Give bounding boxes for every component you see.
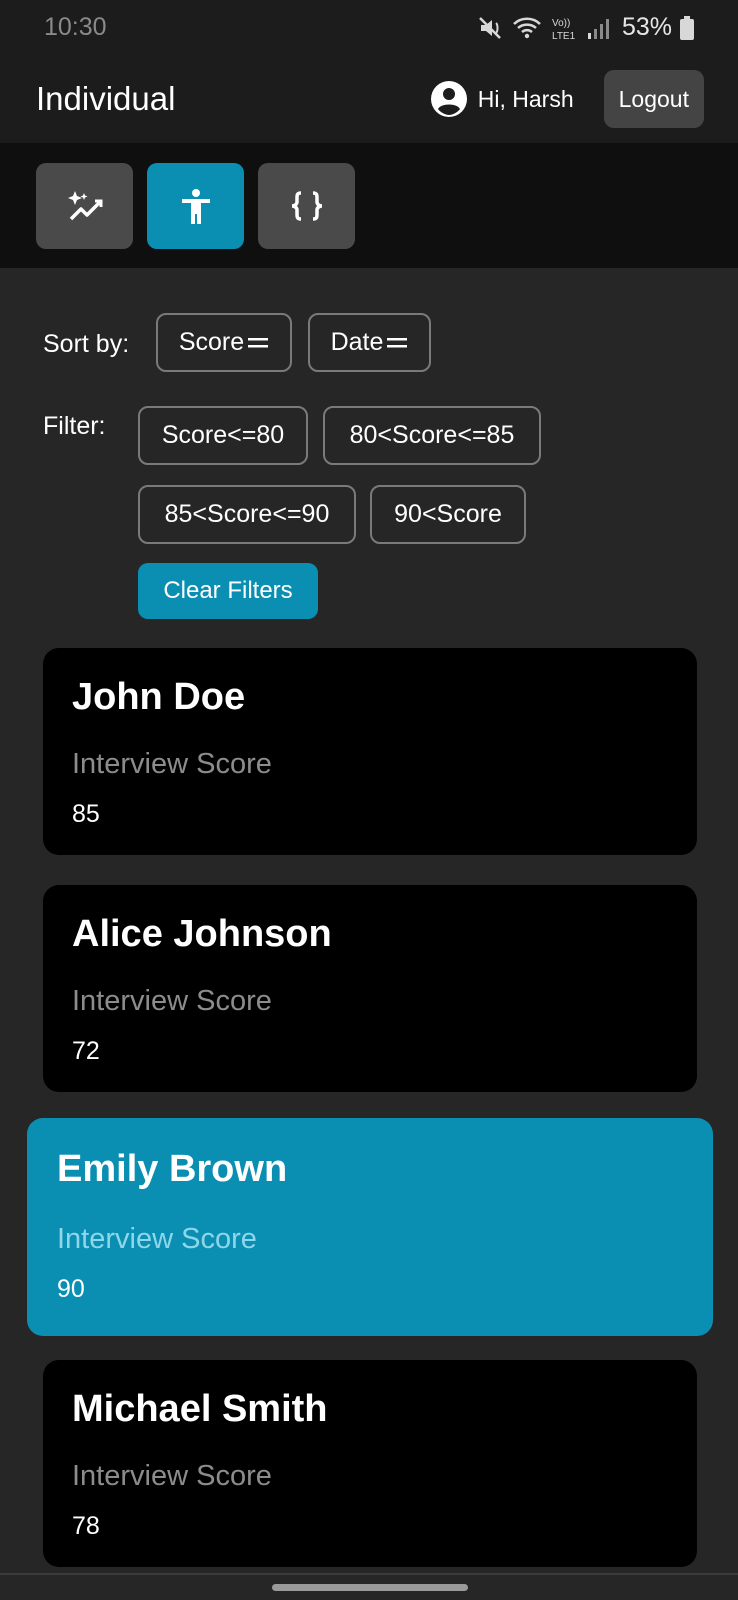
score-label: Interview Score: [57, 1223, 257, 1255]
status-icons: Vo)) LTE1 53%: [478, 13, 694, 42]
filter-score-80-85[interactable]: 80<Score<=85: [323, 406, 541, 465]
lte-signal-icon: Vo)) LTE1: [552, 18, 609, 41]
mute-icon: [479, 16, 501, 39]
status-bar: 10:30 Vo)) LTE1 53%: [0, 0, 738, 55]
candidate-card[interactable]: John Doe Interview Score 85: [43, 648, 697, 855]
candidate-card[interactable]: Alice Johnson Interview Score 72: [43, 885, 697, 1092]
code-braces-icon: [291, 191, 322, 221]
score-value: 90: [57, 1275, 85, 1303]
candidate-name: Alice Johnson: [72, 913, 332, 955]
sparkle-trend-icon: [67, 191, 102, 221]
page-title: Individual: [36, 80, 176, 117]
user-greeting-text: Hi, Harsh: [477, 85, 574, 112]
user-greeting: Hi, Harsh: [430, 80, 574, 118]
tab-analytics[interactable]: [36, 163, 133, 249]
home-indicator[interactable]: [272, 1584, 468, 1591]
score-value: 85: [72, 800, 100, 828]
candidate-name: Michael Smith: [72, 1388, 328, 1430]
nav-divider: [0, 1573, 738, 1575]
candidate-name: John Doe: [72, 676, 246, 718]
wifi-icon: [513, 17, 541, 38]
tab-individual[interactable]: [147, 163, 244, 249]
score-value: 78: [72, 1512, 100, 1540]
tab-json[interactable]: [258, 163, 355, 249]
candidate-name: Emily Brown: [57, 1148, 288, 1190]
clear-filters-button[interactable]: Clear Filters: [138, 563, 318, 619]
sort-equal-icon: [248, 337, 269, 347]
filter-score-le-80[interactable]: Score<=80: [138, 406, 308, 465]
sort-equal-icon: [387, 337, 408, 347]
battery-percent: 53%: [621, 13, 672, 41]
score-value: 72: [72, 1037, 100, 1065]
app-bar: Individual Hi, Harsh Logout: [0, 55, 738, 143]
filter-label: Filter:: [43, 412, 106, 440]
account-circle-icon: [430, 81, 467, 117]
score-label: Interview Score: [72, 1460, 272, 1492]
sort-score-label: Score: [178, 328, 245, 356]
score-label: Interview Score: [72, 985, 272, 1017]
filter-score-gt-90[interactable]: 90<Score: [370, 485, 526, 544]
mode-tabs: [0, 143, 738, 268]
svg-text:Vo)): Vo)): [552, 18, 570, 29]
person-icon: [181, 189, 210, 224]
candidate-card[interactable]: Michael Smith Interview Score 78: [43, 1360, 697, 1567]
logout-button[interactable]: Logout: [603, 70, 704, 128]
sort-label: Sort by:: [43, 330, 130, 358]
candidate-card-selected[interactable]: Emily Brown Interview Score 90: [27, 1118, 713, 1336]
battery-icon: [680, 15, 694, 40]
score-label: Interview Score: [72, 748, 272, 780]
sort-score-button[interactable]: Score: [156, 313, 292, 372]
filter-score-85-90[interactable]: 85<Score<=90: [138, 485, 356, 544]
svg-text:LTE1: LTE1: [552, 31, 576, 41]
sort-date-button[interactable]: Date: [308, 313, 431, 372]
sort-date-label: Date: [330, 328, 384, 356]
status-time: 10:30: [44, 13, 107, 41]
